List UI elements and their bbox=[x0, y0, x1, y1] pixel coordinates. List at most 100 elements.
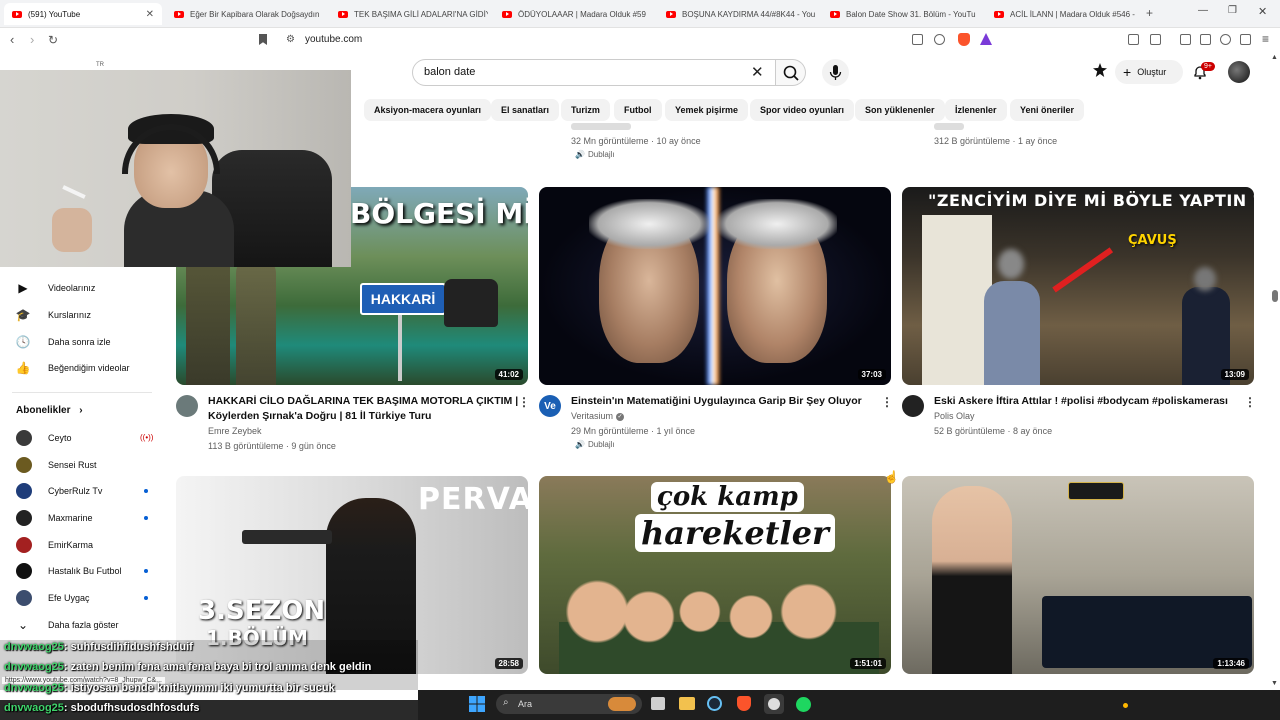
voice-search-button[interactable] bbox=[822, 59, 849, 86]
sidebar-sub-maxmarine[interactable]: Maxmarine bbox=[16, 506, 148, 530]
scrollbar-thumb[interactable] bbox=[1272, 290, 1278, 302]
sidebar-sub-hastalik-bu-futbol[interactable]: Hastalık Bu Futbol bbox=[16, 559, 148, 583]
steam-icon[interactable] bbox=[707, 696, 722, 711]
video-title[interactable]: Eski Askere İftira Attılar ! #polisi #bo… bbox=[934, 394, 1228, 409]
browser-tab[interactable]: ÖDÜYOLAAAR | Madara Olduk #59 bbox=[494, 3, 652, 25]
clear-search-icon[interactable]: ✕ bbox=[751, 63, 764, 81]
browser-tab[interactable]: TEK BAŞIMA GİLİ ADALARI'NA GİDİY bbox=[330, 3, 488, 25]
new-tab-icon[interactable]: + bbox=[1146, 6, 1153, 20]
menu-icon[interactable]: ≡ bbox=[1262, 32, 1269, 46]
sidebar-sub-cyberrulz[interactable]: CyberRulz Tv bbox=[16, 479, 148, 503]
person-figure bbox=[984, 281, 1040, 385]
channel-avatar[interactable] bbox=[176, 395, 198, 417]
share-icon[interactable] bbox=[934, 34, 945, 45]
sidebar-toggle-icon[interactable] bbox=[1180, 34, 1191, 45]
team-logo bbox=[1068, 482, 1124, 500]
sidebar-sub-emirkarma[interactable]: EmirKarma bbox=[16, 533, 93, 557]
sidebar-sub-efe-uygac[interactable]: Efe Uygaç bbox=[16, 586, 148, 610]
url-field[interactable]: youtube.com bbox=[305, 34, 362, 45]
video-thumbnail[interactable]: 37:03 bbox=[539, 187, 891, 385]
sidebar-show-more[interactable]: ⌄ Daha fazla göster bbox=[16, 613, 119, 637]
scroll-up-arrow-icon[interactable]: ▲ bbox=[1271, 54, 1278, 61]
close-icon[interactable]: ✕ bbox=[146, 9, 154, 20]
channel-name[interactable]: Veritasium ✓ bbox=[571, 409, 625, 423]
sidebar-sub-ceyto[interactable]: Ceyto ((•)) bbox=[16, 426, 153, 450]
more-options-icon[interactable]: ⋮ bbox=[881, 396, 893, 408]
brave-rewards-icon[interactable] bbox=[980, 33, 992, 45]
browser-tab[interactable]: BOŞUNA KAYDIRMA 44/#8K44 - You bbox=[658, 3, 816, 25]
back-icon[interactable]: ‹ bbox=[10, 33, 14, 47]
sidebar-sub-sensei-rust[interactable]: Sensei Rust bbox=[16, 453, 97, 477]
chip-futbol[interactable]: Futbol bbox=[614, 99, 662, 121]
search-input[interactable]: balon date bbox=[424, 66, 475, 78]
reading-list-icon[interactable] bbox=[1150, 34, 1161, 45]
browser-tab[interactable]: ACİL İLANN | Madara Olduk #546 - bbox=[986, 3, 1136, 25]
sidebar-item-watch-later[interactable]: 🕓 Daha sonra izle bbox=[16, 330, 111, 354]
gemini-icon[interactable] bbox=[1093, 63, 1107, 77]
more-options-icon[interactable]: ⋮ bbox=[1244, 396, 1256, 408]
chip-yemek-pisirme[interactable]: Yemek pişirme bbox=[665, 99, 749, 121]
chip-spor-video-oyunlari[interactable]: Spor video oyunları bbox=[750, 99, 855, 121]
page-scrollbar[interactable] bbox=[1270, 52, 1280, 690]
task-view-icon[interactable] bbox=[651, 697, 665, 710]
chip-son-yuklenenler[interactable]: Son yüklenenler bbox=[855, 99, 945, 121]
taskbar-search[interactable]: ⌕ Ara bbox=[496, 694, 642, 714]
more-options-icon[interactable]: ⋮ bbox=[518, 396, 530, 408]
window-close-icon[interactable]: ✕ bbox=[1258, 5, 1267, 18]
pistol bbox=[242, 530, 332, 544]
channel-avatar[interactable] bbox=[902, 395, 924, 417]
chip-yeni-oneriler[interactable]: Yeni öneriler bbox=[1010, 99, 1085, 121]
spotify-icon[interactable] bbox=[796, 697, 811, 712]
new-content-dot bbox=[144, 569, 148, 573]
youtube-favicon-icon bbox=[502, 10, 512, 18]
brave-shield-icon[interactable] bbox=[958, 33, 970, 46]
cast-icon[interactable] bbox=[912, 34, 923, 45]
dubbed-label: Dublajlı bbox=[587, 150, 615, 159]
brave-browser-icon[interactable] bbox=[737, 696, 751, 711]
wallet-icon[interactable] bbox=[1200, 34, 1211, 45]
search-button[interactable] bbox=[776, 59, 806, 86]
browser-tab[interactable]: Balon Date Show 31. Bölüm - YouTu bbox=[822, 3, 980, 25]
chip-el-sanatlari[interactable]: El sanatları bbox=[491, 99, 560, 121]
vpn-icon[interactable] bbox=[1240, 34, 1251, 45]
cigarette bbox=[62, 185, 86, 199]
channel-avatar[interactable]: Ve bbox=[539, 395, 561, 417]
minimize-icon[interactable]: — bbox=[1198, 5, 1208, 16]
search-box[interactable]: balon date ✕ bbox=[412, 59, 776, 86]
subscriptions-heading[interactable]: Abonelikler › bbox=[16, 405, 83, 416]
bookmark-icon[interactable] bbox=[259, 34, 267, 45]
reload-icon[interactable]: ↻ bbox=[48, 33, 58, 47]
sign-pole bbox=[398, 315, 402, 381]
browser-tab-active[interactable]: (591) YouTube ✕ bbox=[4, 3, 162, 25]
channel-name[interactable]: Emre Zeybek bbox=[208, 424, 262, 438]
create-button[interactable]: + Oluştur bbox=[1115, 60, 1183, 84]
windows-start-icon[interactable] bbox=[469, 696, 485, 712]
youtube-favicon-icon bbox=[994, 10, 1004, 18]
chip-aksiyon-macera[interactable]: Aksiyon-macera oyunları bbox=[364, 99, 492, 121]
video-thumbnail[interactable]: "ZENCİYİM DİYE Mİ BÖYLE YAPTIN ?" ÇAVUŞ … bbox=[902, 187, 1254, 385]
browser-tab-strip: (591) YouTube ✕ Eğer Bir Kapibara Olarak… bbox=[0, 0, 1280, 28]
extensions-icon[interactable] bbox=[1128, 34, 1139, 45]
maximize-icon[interactable]: ❐ bbox=[1228, 5, 1237, 16]
channel-name[interactable]: Polis Olay bbox=[934, 409, 975, 423]
ai-assistant-icon[interactable] bbox=[1220, 34, 1231, 45]
video-thumbnail[interactable]: çok kamp hareketler 1:51:01 bbox=[539, 476, 891, 674]
sidebar-item-your-videos[interactable]: ▶ Videolarınız bbox=[16, 276, 95, 300]
video-title-line2[interactable]: Köylerden Şırnak'a Doğru | 81 İl Türkiye… bbox=[208, 409, 431, 424]
scroll-down-arrow-icon[interactable]: ▼ bbox=[1271, 680, 1278, 687]
file-explorer-icon[interactable] bbox=[679, 697, 695, 710]
video-title[interactable]: Einstein'ın Matematiğini Uygulayınca Gar… bbox=[571, 394, 862, 409]
forward-icon[interactable]: › bbox=[30, 33, 34, 47]
chip-turizm[interactable]: Turizm bbox=[561, 99, 610, 121]
sidebar-item-your-courses[interactable]: 🎓 Kurslarınız bbox=[16, 303, 91, 327]
account-avatar[interactable] bbox=[1228, 61, 1250, 83]
site-info-icon[interactable]: ⚙ bbox=[286, 34, 295, 45]
sidebar-item-liked-videos[interactable]: 👍 Beğendiğim videolar bbox=[16, 356, 130, 380]
duration-badge: 13:09 bbox=[1220, 369, 1249, 380]
browser-tab[interactable]: Eğer Bir Kapibara Olarak Doğsaydın bbox=[166, 3, 324, 25]
video-thumbnail[interactable]: 1:13:46 bbox=[902, 476, 1254, 674]
video-title[interactable]: HAKKARİ CİLO DAĞLARINA TEK BAŞIMA MOTORL… bbox=[208, 394, 518, 409]
sidebar-item-label: Beğendiğim videolar bbox=[48, 363, 130, 373]
soldier-figure bbox=[186, 247, 230, 385]
chip-izlenenler[interactable]: İzlenenler bbox=[945, 99, 1007, 121]
